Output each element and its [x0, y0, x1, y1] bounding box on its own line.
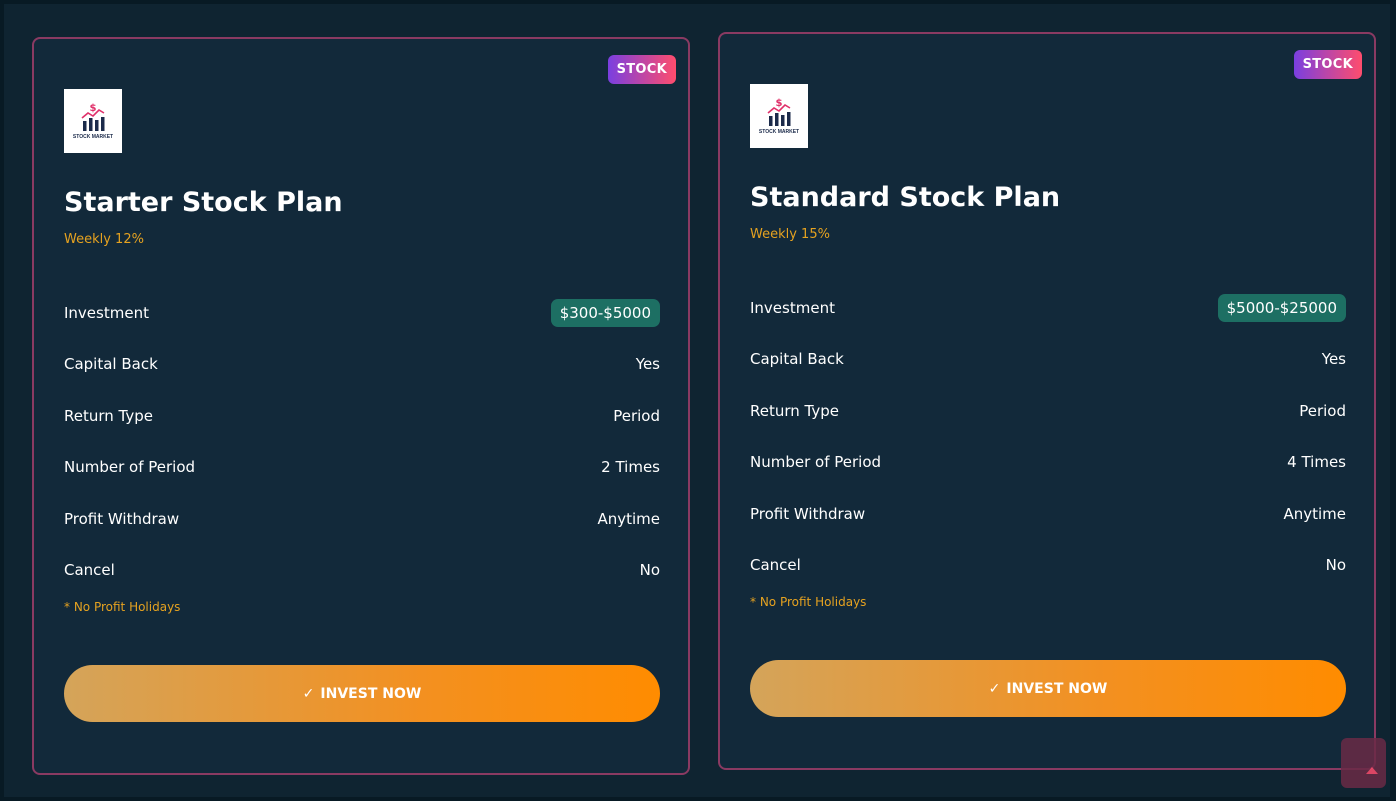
plan-title: Starter Stock Plan — [64, 187, 343, 218]
detail-value: Anytime — [1283, 504, 1346, 523]
invest-now-label: INVEST NOW — [320, 685, 422, 702]
detail-label: Number of Period — [64, 458, 196, 477]
detail-row-return-type: Return Type Period — [750, 385, 1346, 437]
svg-text:$: $ — [90, 103, 97, 114]
detail-row-investment: Investment $300-$5000 — [64, 287, 660, 339]
plan-details-list: Investment $300-$5000 Capital Back Yes R… — [64, 287, 660, 596]
invest-now-label: INVEST NOW — [1006, 680, 1108, 697]
plan-category-badge: STOCK — [607, 55, 676, 84]
plan-title: Standard Stock Plan — [750, 182, 1061, 213]
plan-details-list: Investment $5000-$25000 Capital Back Yes… — [750, 282, 1346, 591]
stock-market-logo-icon: $ STOCK MARKET — [64, 89, 122, 153]
svg-text:$: $ — [776, 98, 783, 109]
detail-row-number-of-period: Number of Period 4 Times — [750, 437, 1346, 489]
detail-value: Anytime — [597, 509, 660, 528]
scroll-to-top-button[interactable] — [1341, 738, 1386, 788]
detail-label: Cancel — [750, 556, 801, 575]
detail-label: Investment — [64, 303, 149, 322]
plan-rate: Weekly 15% — [750, 227, 830, 242]
check-icon: ✓ — [988, 680, 1001, 697]
detail-label: Number of Period — [750, 453, 882, 472]
plan-card-starter: STOCK $ STOCK MARKET Starter Stock Plan … — [32, 37, 690, 775]
logo-caption: STOCK MARKET — [72, 134, 114, 140]
detail-label: Investment — [750, 298, 835, 317]
detail-value: No — [639, 561, 660, 580]
detail-row-cancel: Cancel No — [750, 540, 1346, 592]
detail-value: 2 Times — [601, 458, 660, 477]
detail-value: No — [1325, 556, 1346, 575]
investment-range-pill: $300-$5000 — [550, 298, 660, 327]
detail-value: Yes — [1321, 350, 1346, 369]
invest-now-button[interactable]: ✓ INVEST NOW — [750, 660, 1346, 717]
detail-value: 4 Times — [1287, 453, 1346, 472]
chart-dollar-icon: $ — [767, 98, 791, 126]
detail-row-capital-back: Capital Back Yes — [750, 334, 1346, 386]
detail-value: Period — [613, 406, 660, 425]
detail-label: Cancel — [64, 561, 115, 580]
arrow-up-icon — [1366, 767, 1378, 774]
plan-rate: Weekly 12% — [64, 232, 144, 247]
plan-category-badge: STOCK — [1293, 50, 1362, 79]
page-background: STOCK $ STOCK MARKET Starter Stock Plan … — [4, 4, 1390, 797]
detail-row-cancel: Cancel No — [64, 545, 660, 597]
detail-label: Return Type — [750, 401, 839, 420]
stock-market-logo-icon: $ STOCK MARKET — [750, 84, 808, 148]
detail-label: Return Type — [64, 406, 153, 425]
check-icon: ✓ — [302, 685, 315, 702]
detail-label: Capital Back — [750, 350, 844, 369]
plan-note: * No Profit Holidays — [64, 600, 181, 614]
plan-note: * No Profit Holidays — [750, 595, 867, 609]
investment-range-pill: $5000-$25000 — [1217, 293, 1346, 322]
detail-row-investment: Investment $5000-$25000 — [750, 282, 1346, 334]
chart-dollar-icon: $ — [81, 103, 105, 131]
plan-card-standard: STOCK $ STOCK MARKET Standard Stock Plan… — [718, 32, 1376, 770]
logo-caption: STOCK MARKET — [758, 129, 800, 135]
detail-label: Profit Withdraw — [750, 504, 866, 523]
detail-value: Yes — [635, 355, 660, 374]
detail-label: Capital Back — [64, 355, 158, 374]
detail-label: Profit Withdraw — [64, 509, 180, 528]
detail-row-profit-withdraw: Profit Withdraw Anytime — [64, 493, 660, 545]
detail-row-number-of-period: Number of Period 2 Times — [64, 442, 660, 494]
detail-value: Period — [1299, 401, 1346, 420]
detail-row-capital-back: Capital Back Yes — [64, 339, 660, 391]
invest-now-button[interactable]: ✓ INVEST NOW — [64, 665, 660, 722]
detail-row-return-type: Return Type Period — [64, 390, 660, 442]
detail-row-profit-withdraw: Profit Withdraw Anytime — [750, 488, 1346, 540]
